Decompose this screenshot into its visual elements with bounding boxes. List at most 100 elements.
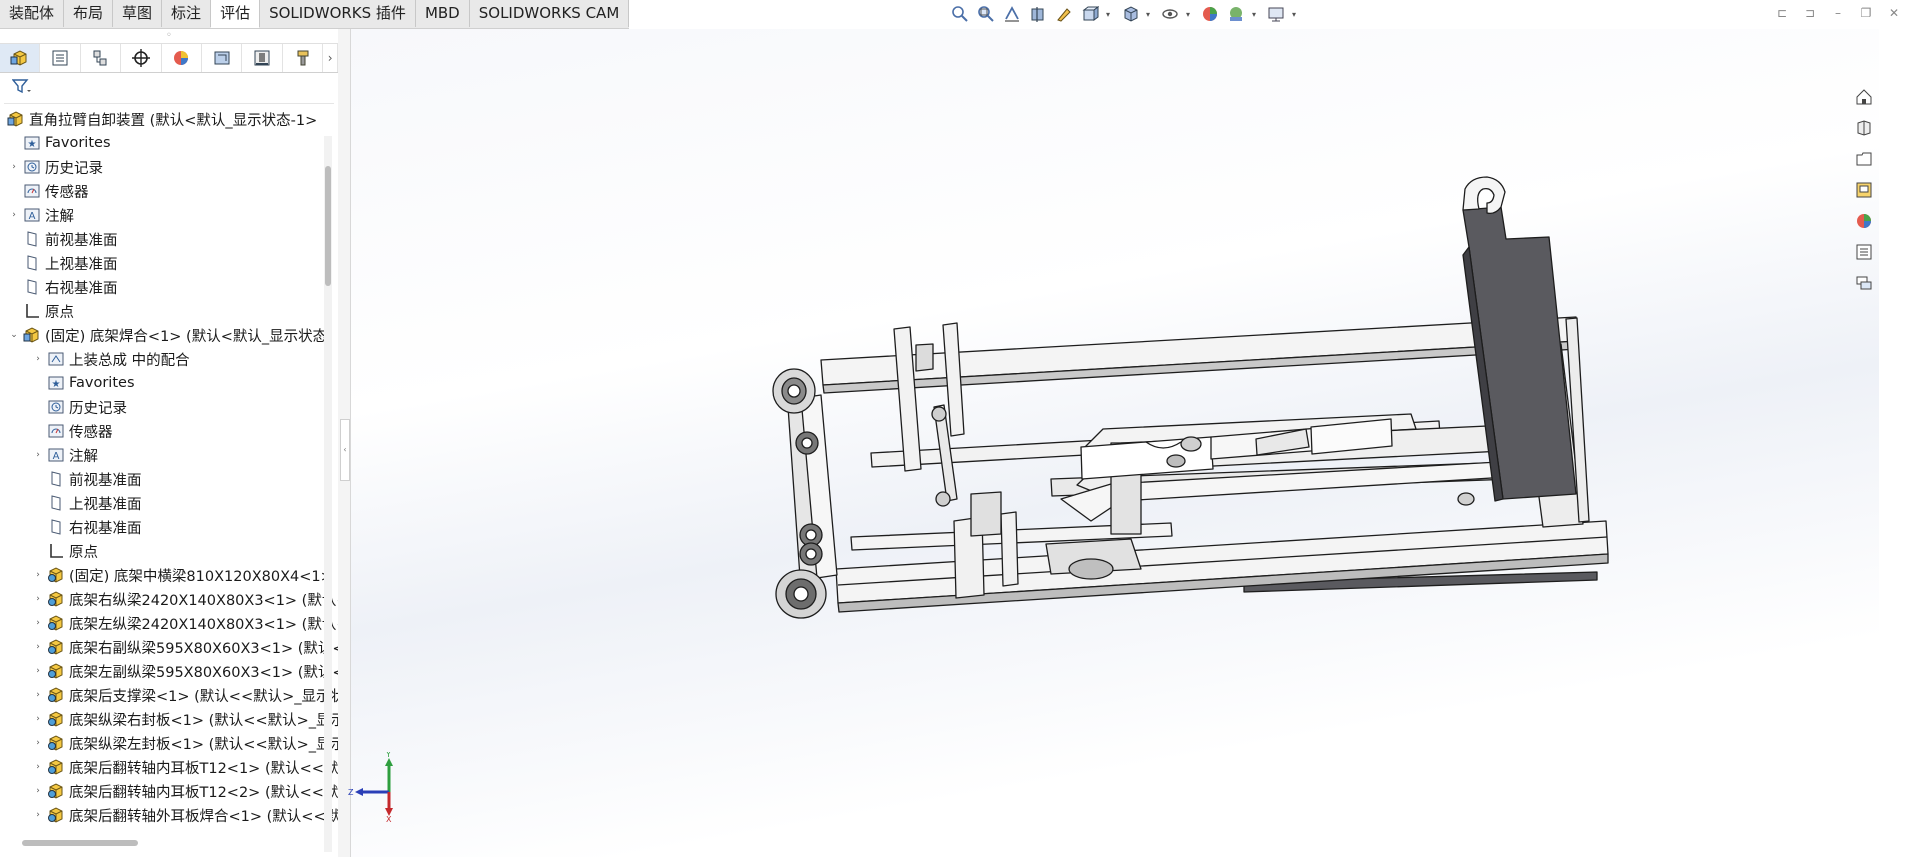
- forum-icon[interactable]: [1852, 271, 1876, 295]
- ribbon-tab[interactable]: 布局: [64, 0, 114, 27]
- tree-vertical-scrollbar[interactable]: [324, 136, 332, 852]
- splitter-grip[interactable]: ‹: [340, 419, 350, 481]
- dynamic-annotation-icon[interactable]: [1054, 4, 1074, 24]
- tree-node[interactable]: › 底架后支撑梁<1> (默认<<默认>_显示状态 1>): [0, 683, 352, 707]
- tree-node[interactable]: 右视基准面: [0, 515, 352, 539]
- view-palette-icon[interactable]: [1852, 178, 1876, 202]
- cam-tool-tree-icon[interactable]: [283, 44, 324, 72]
- tree-node[interactable]: › 历史记录: [0, 155, 328, 179]
- panel-splitter[interactable]: ‹: [338, 29, 351, 857]
- assembly-model[interactable]: [351, 29, 1879, 857]
- tree-node[interactable]: › 底架纵梁右封板<1> (默认<<默认>_显示状态 1>): [0, 707, 352, 731]
- collapse-arrow-icon[interactable]: ⌄: [8, 330, 20, 340]
- expand-arrow-icon[interactable]: ›: [32, 594, 44, 604]
- section-view-icon[interactable]: [1028, 4, 1048, 24]
- ribbon-tab[interactable]: 评估: [211, 0, 261, 28]
- expand-arrow-icon[interactable]: ›: [32, 762, 44, 772]
- tree-node[interactable]: › 底架后翻转轴内耳板T12<1> (默认<<默认>_显示状态 1>): [0, 755, 352, 779]
- zoom-to-area-icon[interactable]: [976, 4, 996, 24]
- dimxpertmanager-icon[interactable]: [121, 44, 162, 72]
- view-orientation-icon[interactable]: [1080, 4, 1100, 24]
- expand-arrow-icon[interactable]: ›: [32, 690, 44, 700]
- tree-node[interactable]: › 上装总成 中的配合: [0, 347, 352, 371]
- tree-node[interactable]: 历史记录: [0, 395, 352, 419]
- display-style-dropdown[interactable]: ▾: [1146, 10, 1154, 19]
- tree-node[interactable]: › 底架右副纵梁595X80X60X3<1> (默认<<默认>_显示状态 1>): [0, 635, 352, 659]
- minimize-icon[interactable]: –: [1831, 6, 1845, 20]
- filter-bar[interactable]: [4, 73, 334, 104]
- expand-arrow-icon[interactable]: ›: [32, 786, 44, 796]
- ribbon-tab[interactable]: SOLIDWORKS CAM: [470, 0, 630, 27]
- apply-scene-icon[interactable]: [1226, 4, 1246, 24]
- graphics-area[interactable]: [351, 29, 1879, 857]
- tree-horizontal-scrollbar[interactable]: [4, 838, 324, 848]
- expand-arrow-icon[interactable]: ›: [32, 738, 44, 748]
- hide-show-items-icon[interactable]: [1160, 4, 1180, 24]
- tree-node[interactable]: 直角拉臂自卸装置 (默认<默认_显示状态-1>: [0, 107, 324, 131]
- cam-operation-tree-icon[interactable]: [242, 44, 283, 72]
- tile-left-icon[interactable]: ⊏: [1775, 6, 1789, 20]
- displaymanager-icon[interactable]: [162, 44, 203, 72]
- expand-arrow-icon[interactable]: ›: [32, 354, 44, 364]
- expand-arrow-icon[interactable]: ›: [32, 642, 44, 652]
- ribbon-tab[interactable]: 装配体: [0, 0, 65, 27]
- view-settings-dropdown[interactable]: ▾: [1292, 10, 1300, 19]
- ribbon-tab[interactable]: SOLIDWORKS 插件: [260, 0, 416, 27]
- expand-arrow-icon[interactable]: ›: [32, 666, 44, 676]
- tree-node[interactable]: › (固定) 底架中横梁810X120X80X4<1> (默认<<默认>_显示状态…: [0, 563, 352, 587]
- tree-node[interactable]: › 底架后翻转轴外耳板焊合<1> (默认<<默认>_显示状态 1>): [0, 803, 352, 827]
- tree-node[interactable]: 原点: [0, 299, 328, 323]
- tree-node[interactable]: 右视基准面: [0, 275, 328, 299]
- ribbon-tab[interactable]: MBD: [416, 0, 470, 27]
- restore-icon[interactable]: ❐: [1859, 6, 1873, 20]
- apply-scene-dropdown[interactable]: ▾: [1252, 10, 1260, 19]
- ribbon-tab[interactable]: 标注: [162, 0, 212, 27]
- tree-node[interactable]: 上视基准面: [0, 251, 328, 275]
- previous-view-icon[interactable]: [1002, 4, 1022, 24]
- tile-right-icon[interactable]: ⊐: [1803, 6, 1817, 20]
- expand-arrow-icon[interactable]: ›: [32, 450, 44, 460]
- scrollbar-thumb[interactable]: [22, 840, 138, 846]
- propertymanager-icon[interactable]: [40, 44, 81, 72]
- tree-node[interactable]: ⌄ (固定) 底架焊合<1> (默认<默认_显示状态-1>): [0, 323, 328, 347]
- file-explorer-icon[interactable]: [1852, 147, 1876, 171]
- tree-node[interactable]: › 底架后翻转轴内耳板T12<2> (默认<<默认>_显示状态 1>): [0, 779, 352, 803]
- more-tabs-arrow[interactable]: ›: [323, 44, 339, 72]
- tree-node[interactable]: 前视基准面: [0, 467, 352, 491]
- tree-node[interactable]: 传感器: [0, 179, 328, 203]
- custom-properties-icon[interactable]: [1852, 240, 1876, 264]
- expand-arrow-icon[interactable]: ›: [32, 570, 44, 580]
- tree-node[interactable]: ★ Favorites: [0, 131, 328, 155]
- zoom-to-fit-icon[interactable]: [950, 4, 970, 24]
- tree-node[interactable]: 上视基准面: [0, 491, 352, 515]
- scrollbar-thumb[interactable]: [325, 166, 331, 286]
- tree-node[interactable]: 原点: [0, 539, 352, 563]
- solidworks-resources-icon[interactable]: [1852, 85, 1876, 109]
- expand-arrow-icon[interactable]: ›: [8, 210, 20, 220]
- tree-node[interactable]: 传感器: [0, 419, 352, 443]
- tree-node[interactable]: › 底架纵梁左封板<1> (默认<<默认>_显示状态 1>): [0, 731, 352, 755]
- expand-arrow-icon[interactable]: ›: [32, 810, 44, 820]
- edit-appearance-icon[interactable]: [1200, 4, 1220, 24]
- tree-node[interactable]: › A 注解: [0, 203, 328, 227]
- tree-node[interactable]: › 底架右纵梁2420X140X80X3<1> (默认<<默认>_显示状态 1>): [0, 587, 352, 611]
- ribbon-tab[interactable]: 草图: [113, 0, 163, 27]
- featuremanager-tree-icon[interactable]: [0, 44, 41, 72]
- view-orientation-dropdown[interactable]: ▾: [1106, 10, 1114, 19]
- tree-node[interactable]: › A 注解: [0, 443, 352, 467]
- view-settings-icon[interactable]: [1266, 4, 1286, 24]
- cam-feature-tree-icon[interactable]: [202, 44, 243, 72]
- tree-node[interactable]: ★ Favorites: [0, 371, 352, 395]
- expand-arrow-icon[interactable]: ›: [32, 714, 44, 724]
- close-icon[interactable]: ✕: [1887, 6, 1901, 20]
- tree-node[interactable]: › 底架左副纵梁595X80X60X3<1> (默认<<默认>_显示状态 1>): [0, 659, 352, 683]
- hide-show-dropdown[interactable]: ▾: [1186, 10, 1194, 19]
- expand-arrow-icon[interactable]: ›: [8, 162, 20, 172]
- tree-node[interactable]: 前视基准面: [0, 227, 328, 251]
- configurationmanager-icon[interactable]: [81, 44, 122, 72]
- appearances-icon[interactable]: [1852, 209, 1876, 233]
- panel-collapse-handle[interactable]: ◦: [0, 29, 338, 43]
- filter-icon[interactable]: [11, 78, 32, 98]
- tree-node[interactable]: › 底架左纵梁2420X140X80X3<1> (默认<<默认>_显示状态 1>): [0, 611, 352, 635]
- expand-arrow-icon[interactable]: ›: [32, 618, 44, 628]
